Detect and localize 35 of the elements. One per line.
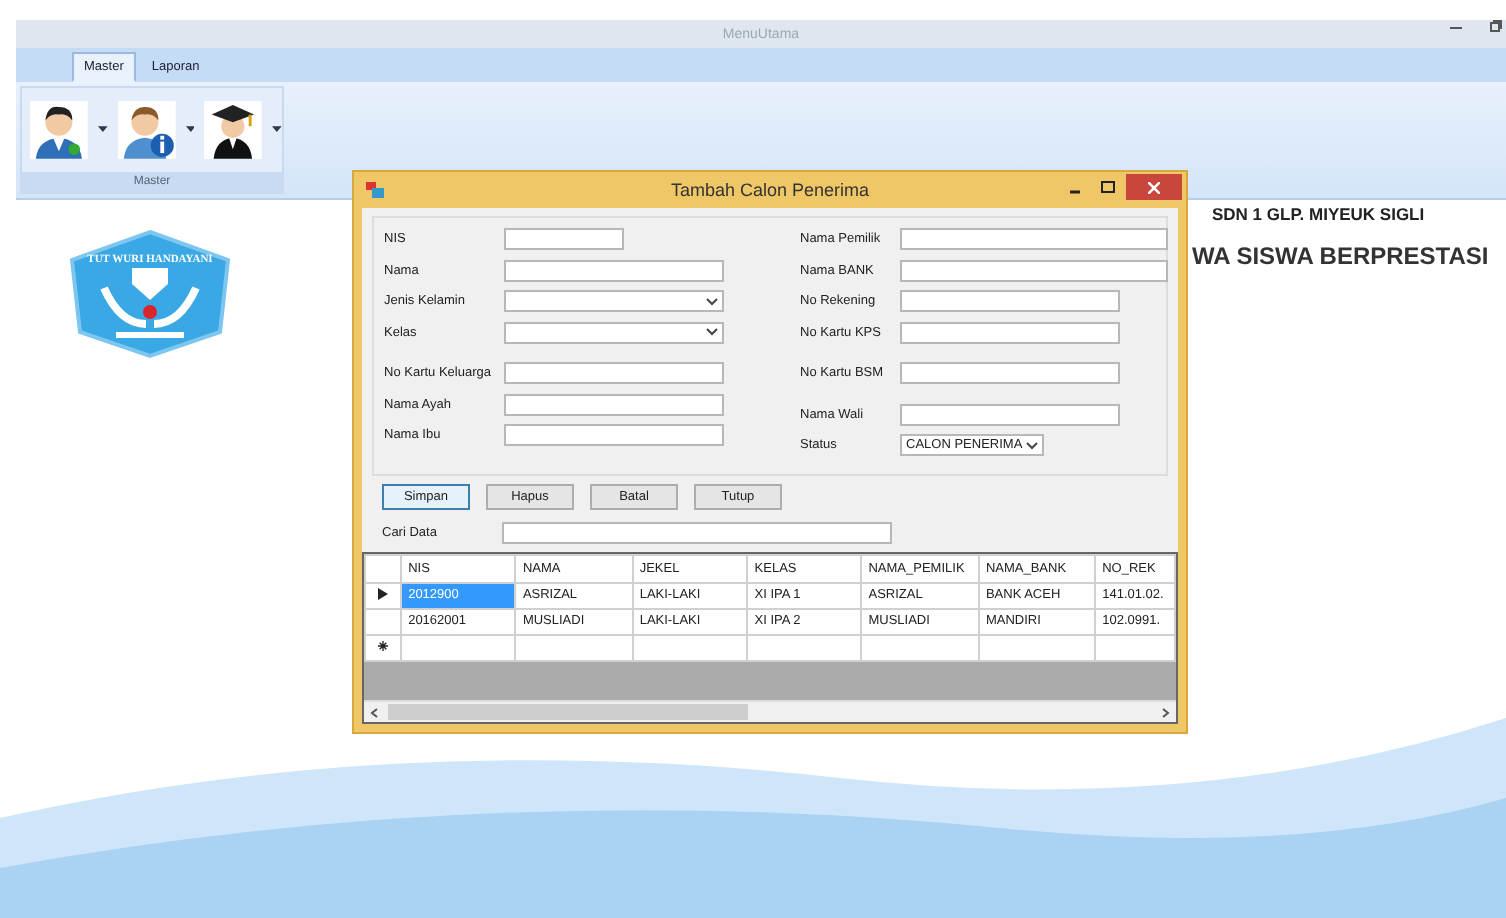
- input-field[interactable]: [900, 403, 1120, 426]
- new-row-icon: [378, 639, 389, 651]
- input-field[interactable]: [504, 362, 724, 385]
- input-field[interactable]: [900, 259, 1168, 282]
- scrollbar-thumb[interactable]: [388, 704, 748, 720]
- user-icon[interactable]: [30, 100, 88, 160]
- search-field[interactable]: [502, 521, 892, 543]
- page-heading: WA SISWA BERPRESTASI: [1192, 242, 1489, 270]
- input-field[interactable]: [900, 321, 1120, 344]
- user-info-icon[interactable]: [117, 100, 176, 160]
- current-row-icon: [378, 587, 389, 599]
- scroll-left-icon[interactable]: [370, 707, 378, 717]
- graduate-icon[interactable]: [204, 100, 263, 160]
- form-icon: [366, 182, 384, 198]
- input-field[interactable]: [504, 259, 724, 282]
- dialog-title: Tambah Calon Penerima: [670, 180, 870, 200]
- input-field[interactable]: [900, 290, 1120, 313]
- dropdown-field[interactable]: [504, 321, 724, 344]
- input-field[interactable]: [504, 424, 724, 447]
- close-button[interactable]: [1126, 174, 1182, 200]
- chevron-down-icon: [706, 297, 718, 306]
- chevron-down-icon: [1026, 441, 1038, 450]
- restore-icon[interactable]: [1490, 20, 1502, 32]
- input-field[interactable]: [504, 393, 724, 416]
- caret-icon[interactable]: [272, 126, 283, 134]
- input-field[interactable]: [504, 228, 624, 251]
- chevron-down-icon: [706, 328, 718, 337]
- close-icon: [1148, 181, 1160, 193]
- input-field[interactable]: [900, 228, 1168, 251]
- caret-icon[interactable]: [185, 126, 195, 134]
- input-field[interactable]: [900, 362, 1120, 385]
- dropdown-field[interactable]: [504, 290, 724, 313]
- caret-icon[interactable]: [97, 126, 108, 134]
- scroll-right-icon[interactable]: [1162, 707, 1170, 717]
- school-name: SDN 1 GLP. MIYEUK SIGLI: [1212, 204, 1425, 224]
